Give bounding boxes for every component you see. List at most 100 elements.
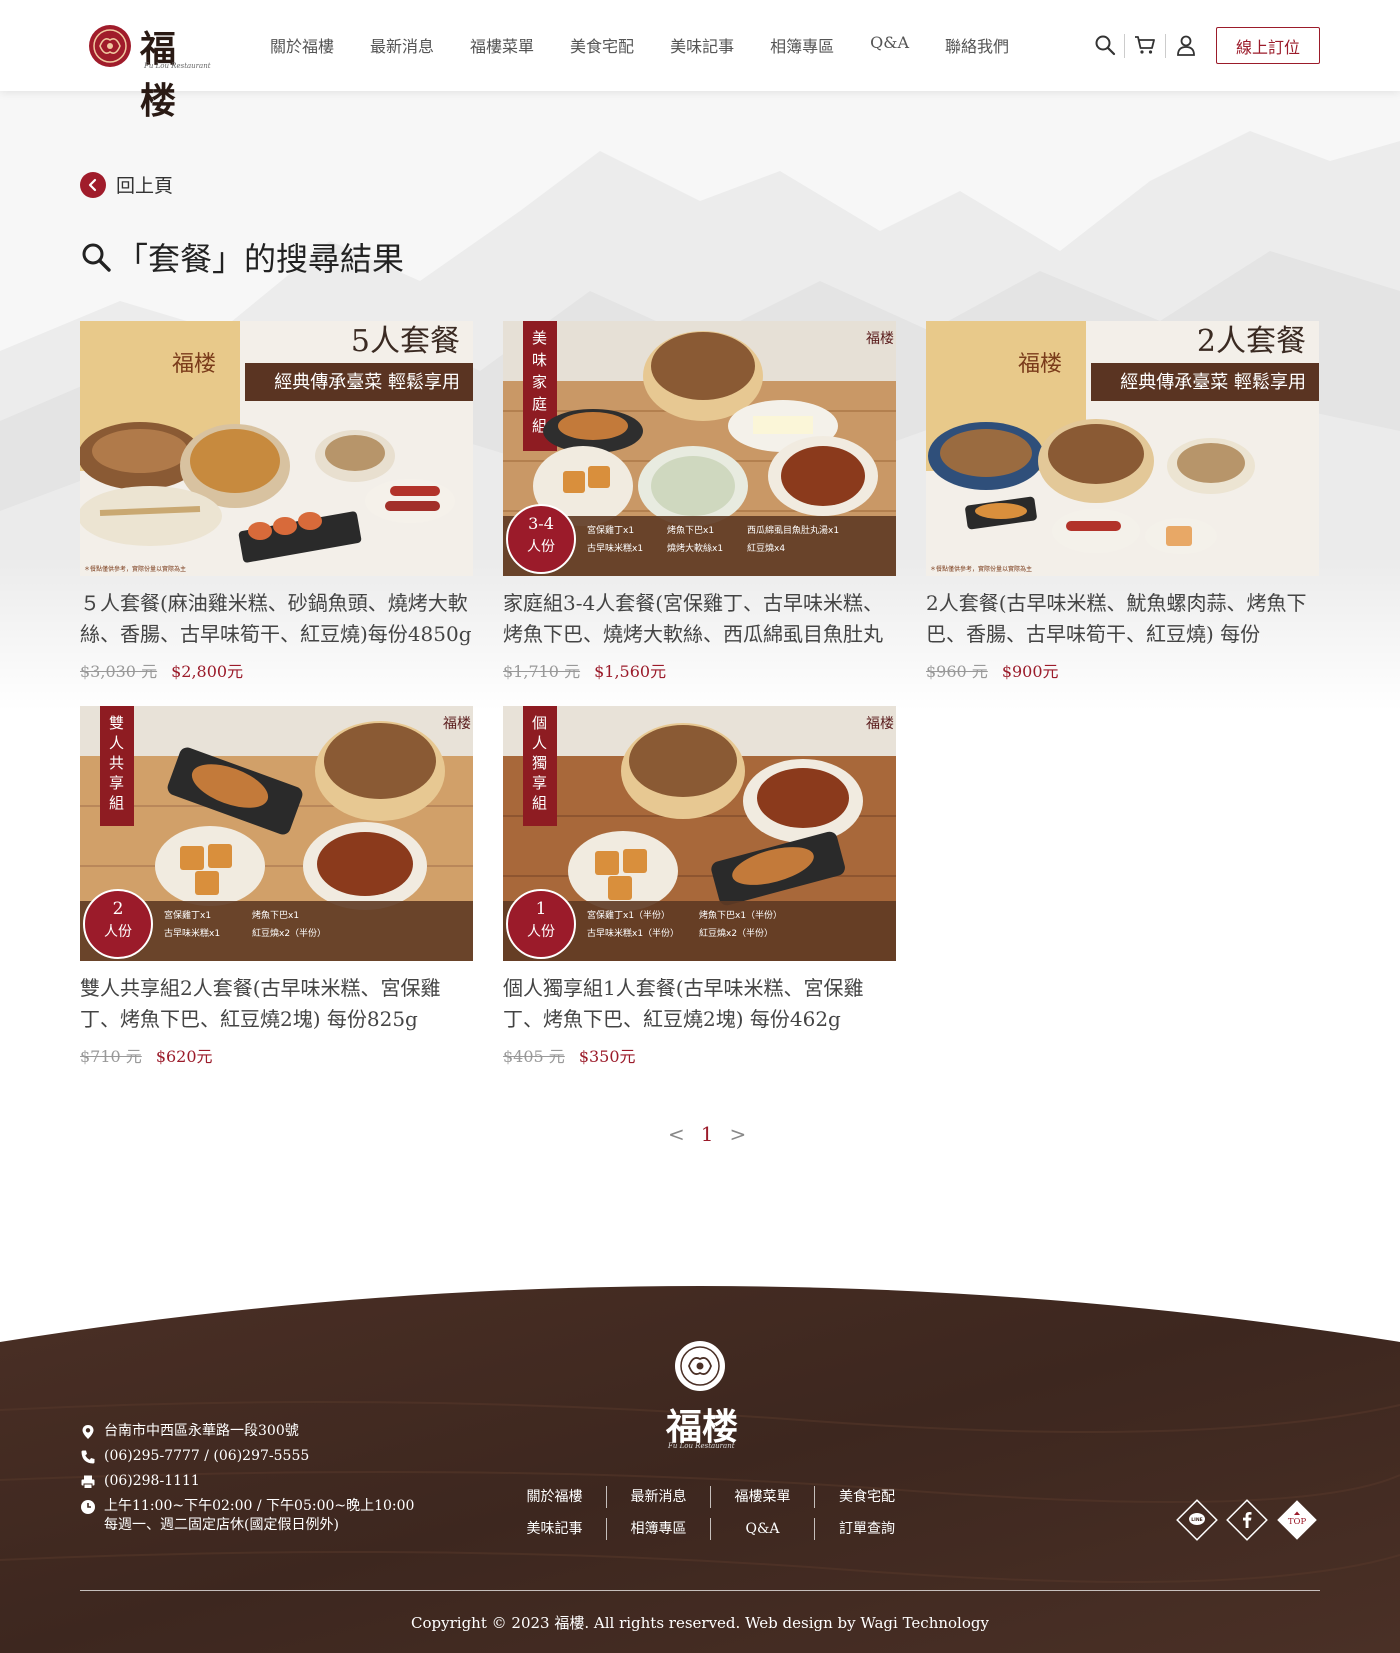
cart-icon[interactable]	[1134, 34, 1156, 56]
set-item: 烤魚下巴x1	[667, 524, 714, 536]
set-item: 宮保雞丁x1（半份）	[587, 909, 670, 921]
product-card[interactable]: 福楼 2 人份 宮保雞丁x1 烤魚下巴x1 古早味米糕x1 紅豆燒x2（半份） …	[80, 706, 473, 1067]
line-icon[interactable]: LINE	[1175, 1498, 1219, 1542]
footer-link-qa[interactable]: Q&A	[711, 1518, 815, 1540]
product-prices: $405 元 $350元	[503, 1043, 896, 1067]
set-item: 紅豆燒x2（半份）	[252, 927, 326, 939]
product-image[interactable]: 福楼 2人套餐 經典傳承臺菜 輕鬆享用 ＊餐點僅供參考，實際份量以實際為主	[926, 321, 1319, 576]
footer-link-news[interactable]: 最新消息	[607, 1486, 711, 1508]
product-banner-subtitle: 經典傳承臺菜 輕鬆享用	[1120, 371, 1306, 393]
site-logo[interactable]: 福楼 Fu Lou Restaurant	[86, 22, 211, 122]
nav-about[interactable]: 關於福樓	[270, 33, 334, 57]
nav-album[interactable]: 相簿專區	[770, 33, 834, 57]
product-brand-mark: 福楼	[866, 716, 894, 732]
set-item: 燒烤大軟絲x1	[667, 542, 723, 554]
set-item: 紅豆燒x2（半份）	[699, 927, 773, 939]
product-photo-note: ＊餐點僅供參考，實際份量以實際為主	[930, 565, 1032, 573]
nav-menu[interactable]: 福樓菜單	[470, 33, 534, 57]
product-card[interactable]: 福楼 2人套餐 經典傳承臺菜 輕鬆享用 ＊餐點僅供參考，實際份量以實際為主 2人…	[926, 321, 1319, 682]
footer-link-about[interactable]: 關於福樓	[503, 1486, 607, 1508]
copyright: Copyright © 2023 福樓. All rights reserved…	[411, 1614, 989, 1632]
nav-delivery[interactable]: 美食宅配	[570, 33, 634, 57]
footer-link-order-lookup[interactable]: 訂單查詢	[815, 1518, 919, 1540]
footer-link-menu[interactable]: 福樓菜單	[711, 1486, 815, 1508]
badge-unit: 人份	[104, 924, 132, 940]
back-arrow-icon	[80, 171, 106, 198]
footer-link-album[interactable]: 相簿專區	[607, 1518, 711, 1540]
logo-seal-icon	[89, 25, 131, 67]
product-brand-mark: 福楼	[172, 352, 216, 377]
phone-icon	[81, 1450, 95, 1464]
nav-contact[interactable]: 聯絡我們	[945, 33, 1009, 57]
product-image[interactable]: 美味家庭組 福楼 3-4 人份 宮保雞丁x1 烤魚下巴x1 西瓜綿虱目魚肚丸湯x…	[503, 321, 896, 576]
nav-news[interactable]: 最新消息	[370, 33, 434, 57]
set-item: 烤魚下巴x1	[252, 909, 299, 921]
footer-closed-days: 每週一、週二固定店休(國定假日例外)	[104, 1517, 339, 1533]
product-card[interactable]: 福楼 1 人份 宮保雞丁x1（半份） 烤魚下巴x1（半份） 古早味米糕x1（半份…	[503, 706, 896, 1067]
badge-number: 1	[536, 899, 547, 919]
back-link[interactable]: 回上頁	[80, 171, 173, 198]
product-image[interactable]: 福楼 5人套餐 經典傳承臺菜 輕鬆享用 ＊餐點僅供參考，實際份量以實際為主	[80, 321, 473, 576]
sale-price: $620元	[155, 1047, 213, 1066]
sale-price: $350元	[578, 1047, 636, 1066]
online-reservation-button[interactable]: 線上訂位	[1216, 27, 1320, 64]
product-title[interactable]: 家庭組3-4人套餐(宮保雞丁、古早味米糕、烤魚下巴、燒烤大軟絲、西瓜綿虱目魚肚丸…	[503, 588, 896, 650]
logo-seal-icon	[675, 1341, 725, 1391]
product-brand-mark: 福楼	[866, 331, 894, 347]
user-icon[interactable]	[1175, 34, 1197, 56]
page-title: 「套餐」的搜尋結果	[116, 240, 405, 278]
product-title[interactable]: ５人套餐(麻油雞米糕、砂鍋魚頭、燒烤大軟絲、香腸、古早味筍干、紅豆燒)每份485…	[80, 588, 473, 650]
original-price: $710 元	[80, 1047, 142, 1066]
logo-text: 福楼	[140, 28, 178, 122]
footer-link-stories[interactable]: 美味記事	[503, 1518, 607, 1540]
facebook-icon[interactable]	[1225, 1498, 1269, 1542]
product-banner-title: 5人套餐	[351, 324, 460, 359]
product-photo-single-set: 福楼 1 人份 宮保雞丁x1（半份） 烤魚下巴x1（半份） 古早味米糕x1（半份…	[503, 706, 896, 961]
product-photo-2-person-set: 福楼 2人套餐 經典傳承臺菜 輕鬆享用 ＊餐點僅供參考，實際份量以實際為主	[926, 321, 1319, 576]
product-ribbon-text: 雙人共享組	[109, 714, 124, 812]
product-card[interactable]: 福楼 5人套餐 經典傳承臺菜 輕鬆享用 ＊餐點僅供參考，實際份量以實際為主 ５人…	[80, 321, 473, 682]
page-number-current[interactable]: 1	[701, 1122, 714, 1146]
nav-stories[interactable]: 美味記事	[670, 33, 734, 57]
product-photo-family-set: 美味家庭組 福楼 3-4 人份 宮保雞丁x1 烤魚下巴x1 西瓜綿虱目魚肚丸湯x…	[503, 321, 896, 576]
product-prices: $1,710 元 $1,560元	[503, 658, 896, 682]
set-item: 烤魚下巴x1（半份）	[699, 909, 782, 921]
product-title[interactable]: 雙人共享組2人套餐(古早味米糕、宮保雞丁、烤魚下巴、紅豆燒2塊) 每份825g	[80, 973, 473, 1035]
fax-icon	[81, 1475, 95, 1489]
product-brand-mark: 福楼	[443, 716, 471, 732]
badge-number: 2	[113, 899, 124, 919]
product-ribbon-text: 個人獨享組	[532, 714, 547, 812]
set-item: 古早味米糕x1	[587, 542, 643, 554]
set-item: 古早味米糕x1（半份）	[587, 927, 679, 939]
back-to-top-button[interactable]: TOP	[1275, 1498, 1319, 1542]
product-brand-mark: 福楼	[1018, 352, 1062, 377]
product-image[interactable]: 福楼 2 人份 宮保雞丁x1 烤魚下巴x1 古早味米糕x1 紅豆燒x2（半份） …	[80, 706, 473, 961]
search-icon[interactable]	[1094, 34, 1116, 56]
prev-page-button[interactable]: <	[668, 1122, 685, 1146]
next-page-button[interactable]: >	[730, 1122, 747, 1146]
product-prices: $710 元 $620元	[80, 1043, 473, 1067]
back-to-top-label: TOP	[1288, 1517, 1307, 1527]
location-pin-icon	[82, 1425, 94, 1439]
footer-logo[interactable]: 福楼 Fu Lou Restaurant	[660, 1338, 740, 1458]
footer-link-delivery[interactable]: 美食宅配	[815, 1486, 919, 1508]
badge-unit: 人份	[527, 539, 555, 555]
set-item: 古早味米糕x1	[164, 927, 220, 939]
original-price: $1,710 元	[503, 662, 581, 681]
set-item: 宮保雞丁x1	[587, 524, 634, 536]
set-item: 紅豆燒x4	[747, 542, 785, 554]
product-card[interactable]: 美味家庭組 福楼 3-4 人份 宮保雞丁x1 烤魚下巴x1 西瓜綿虱目魚肚丸湯x…	[503, 321, 896, 682]
product-banner-title: 2人套餐	[1197, 324, 1306, 359]
product-prices: $3,030 元 $2,800元	[80, 658, 473, 682]
product-title[interactable]: 個人獨享組1人套餐(古早味米糕、宮保雞丁、烤魚下巴、紅豆燒2塊) 每份462g	[503, 973, 896, 1035]
pagination: < 1 >	[660, 1122, 754, 1146]
product-title[interactable]: 2人套餐(古早味米糕、魷魚螺肉蒜、烤魚下巴、香腸、古早味筍干、紅豆燒) 每份17…	[926, 588, 1319, 650]
header-divider	[1124, 34, 1125, 58]
footer-phone[interactable]: (06)295-7777 / (06)297-5555	[104, 1447, 309, 1466]
footer-divider	[80, 1590, 1320, 1591]
line-icon-label: LINE	[1191, 1517, 1202, 1523]
original-price: $3,030 元	[80, 662, 158, 681]
nav-qa[interactable]: Q&A	[870, 33, 909, 57]
product-banner-subtitle: 經典傳承臺菜 輕鬆享用	[274, 371, 460, 393]
product-image[interactable]: 福楼 1 人份 宮保雞丁x1（半份） 烤魚下巴x1（半份） 古早味米糕x1（半份…	[503, 706, 896, 961]
